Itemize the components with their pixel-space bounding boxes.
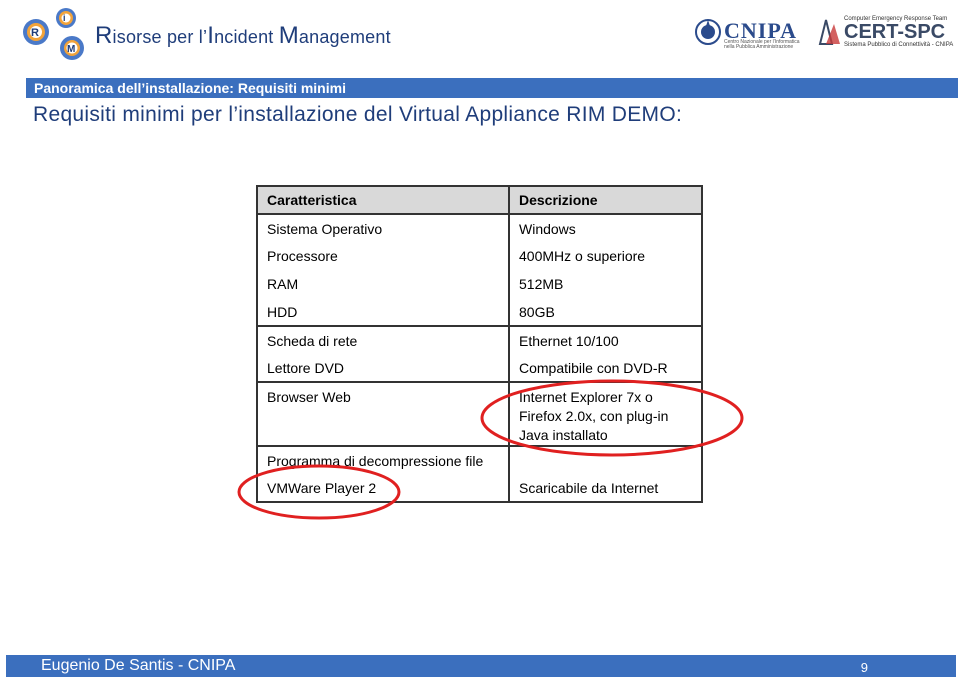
svg-text:R: R [31, 27, 39, 39]
table-row: Browser Web Internet Explorer 7x o Firef… [256, 382, 703, 447]
table-header-cell: Descrizione [509, 185, 703, 215]
cnipa-logo: CNIPA Centro Nazionale per l’Informatica… [694, 16, 806, 52]
table-cell: Ethernet 10/100 [509, 326, 703, 354]
section-bar: Panoramica dell’installazione: Requisiti… [26, 78, 958, 98]
table-cell: 512MB [509, 270, 703, 298]
table-cell: 400MHz o superiore [509, 242, 703, 270]
table-row: Scheda di rete Ethernet 10/100 [256, 326, 703, 354]
svg-text:i: i [63, 13, 66, 23]
table-row: HDD 80GB [256, 298, 703, 327]
cnipa-logo-subtitle: Centro Nazionale per l’Informatica nella… [724, 39, 800, 50]
table-header-cell: Caratteristica [256, 185, 510, 215]
table-cell [509, 446, 703, 474]
table-row: VMWare Player 2 Scaricabile da Internet [256, 474, 703, 503]
table-cell: Scheda di rete [256, 326, 510, 354]
table-row: Programma di decompressione file [256, 446, 703, 474]
rim-logo-gears: R i M [23, 8, 84, 60]
table-cell: Scaricabile da Internet [509, 474, 703, 503]
cert-spc-logo-subtitle: Sistema Pubblico di Connettività - CNIPA [844, 42, 954, 48]
table-header-row: Caratteristica Descrizione [256, 185, 703, 215]
footer-bar: Eugenio De Santis - CNIPA 9 [6, 655, 956, 677]
cnipa-emblem-icon [695, 19, 721, 45]
table-cell: Programma di decompressione file [256, 446, 510, 474]
requirements-table: Caratteristica Descrizione Sistema Opera… [256, 185, 703, 503]
table-cell: 80GB [509, 298, 703, 327]
page-number: 9 [860, 660, 868, 675]
footer-author: Eugenio De Santis - CNIPA [41, 657, 236, 674]
svg-text:M: M [67, 44, 75, 55]
table-cell: Browser Web [256, 382, 510, 447]
table-cell: RAM [256, 270, 510, 298]
table-cell: Compatibile con DVD-R [509, 354, 703, 383]
table-cell: Lettore DVD [256, 354, 510, 383]
table-cell: Windows [509, 214, 703, 242]
table-cell: Sistema Operativo [256, 214, 510, 242]
table-row: Processore 400MHz o superiore [256, 242, 703, 270]
cert-spc-emblem-icon [818, 19, 840, 45]
table-row: Lettore DVD Compatibile con DVD-R [256, 354, 703, 383]
table-cell: HDD [256, 298, 510, 327]
table-cell: VMWare Player 2 [256, 474, 510, 503]
slide-title: Requisiti minimi per l’installazione del… [33, 103, 683, 126]
table-cell: Internet Explorer 7x o Firefox 2.0x, con… [509, 382, 703, 447]
table-row: RAM 512MB [256, 270, 703, 298]
table-row: Sistema Operativo Windows [256, 214, 703, 242]
cert-spc-logo-text: CERT-SPC [844, 21, 946, 43]
table-cell: Processore [256, 242, 510, 270]
presentation-title: Risorse per l’Incident Management [95, 22, 391, 49]
cert-spc-logo: Computer Emergency Response Team CERT-SP… [816, 16, 956, 52]
